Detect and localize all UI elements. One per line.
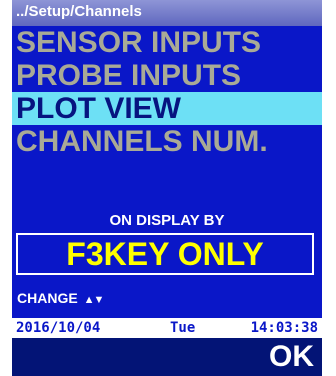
status-bar: 2016/10/04 Tue 14:03:38	[12, 318, 322, 338]
menu-item-channels-num[interactable]: CHANNELS NUM.	[12, 125, 322, 158]
menu-item-sensor-inputs[interactable]: SENSOR INPUTS	[12, 26, 322, 59]
menu-item-plot-view[interactable]: PLOT VIEW	[12, 92, 322, 125]
menu-item-probe-inputs[interactable]: PROBE INPUTS	[12, 59, 322, 92]
up-down-arrows-icon: ▲▼	[83, 294, 105, 306]
status-time: 14:03:38	[250, 320, 318, 336]
breadcrumb: ../Setup/Channels	[12, 0, 322, 26]
setting-label: ON DISPLAY BY	[109, 212, 225, 229]
change-hint: CHANGE ▲▼	[17, 290, 105, 306]
device-screen: ../Setup/Channels SENSOR INPUTS PROBE IN…	[12, 0, 322, 376]
status-day: Tue	[170, 320, 196, 336]
setting-value[interactable]: F3KEY ONLY	[16, 233, 314, 275]
ok-button[interactable]: OK	[269, 340, 314, 374]
status-date: 2016/10/04	[16, 320, 101, 336]
softkey-bar: OK	[12, 338, 322, 376]
change-label: CHANGE	[17, 290, 78, 306]
